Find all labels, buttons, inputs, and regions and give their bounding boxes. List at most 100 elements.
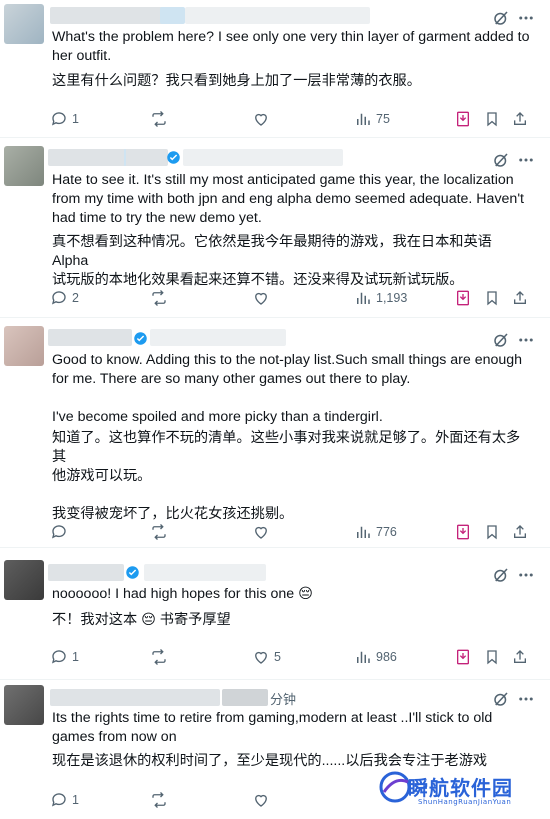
reply-button[interactable]	[50, 521, 72, 543]
reply-post[interactable]: Hate to see it. It's still my most antic…	[0, 138, 550, 318]
more-options-icon[interactable]	[516, 9, 536, 27]
reply-count: 1	[72, 112, 79, 126]
repost-button[interactable]	[150, 287, 172, 309]
views-button[interactable]: 986	[354, 646, 397, 668]
avatar[interactable]	[4, 146, 44, 186]
post-text-chinese: 真不想看到这种情况。它依然是我今年最期待的游戏，我在日本和英语 Alpha 试玩…	[52, 234, 492, 288]
verified-badge-icon	[126, 566, 139, 579]
repost-button[interactable]	[150, 108, 172, 130]
display-name-blurred[interactable]	[50, 689, 220, 706]
handle-blurred	[222, 689, 268, 706]
views-button[interactable]: 1,193	[354, 287, 407, 309]
avatar[interactable]	[4, 560, 44, 600]
avatar[interactable]	[4, 4, 44, 44]
reply-icon	[51, 793, 66, 807]
display-name-blurred[interactable]	[48, 329, 132, 346]
share-icon[interactable]	[512, 523, 528, 541]
more-options-icon[interactable]	[516, 331, 536, 349]
like-button[interactable]	[252, 108, 274, 130]
analytics-icon	[357, 113, 370, 125]
reply-button[interactable]: 2	[50, 287, 79, 309]
grok-icon[interactable]	[492, 9, 510, 27]
repost-icon	[152, 649, 166, 665]
like-button[interactable]	[252, 521, 274, 543]
avatar[interactable]	[4, 326, 44, 366]
more-options-icon[interactable]	[516, 566, 536, 584]
post-text-english: What's the problem here? I see only one …	[52, 29, 530, 64]
view-count: 776	[376, 525, 397, 539]
repost-button[interactable]	[150, 646, 172, 668]
repost-button[interactable]	[150, 521, 172, 543]
bookmark-icon[interactable]	[484, 289, 500, 307]
reply-count: 1	[72, 650, 79, 664]
bookmark-icon[interactable]	[484, 110, 500, 128]
display-name-blurred[interactable]	[48, 564, 124, 581]
post-text-chinese: 不！我对这本 😔 书寄予厚望	[52, 612, 231, 628]
like-button[interactable]	[252, 789, 274, 811]
analytics-icon	[357, 651, 370, 663]
handle-blurred	[183, 149, 343, 166]
share-icon[interactable]	[512, 110, 528, 128]
grok-share-icon[interactable]	[455, 289, 471, 307]
analytics-icon	[357, 292, 370, 304]
reply-button[interactable]: 1	[50, 789, 79, 811]
post-text-english: noooooo! I had high hopes for this one 😔	[52, 586, 313, 602]
watermark-subtitle: ShunHangRuanJianYuan	[418, 798, 512, 806]
heart-icon	[255, 113, 267, 126]
like-count: 5	[274, 650, 281, 664]
display-name-blurred	[124, 149, 126, 166]
like-button[interactable]: 5	[252, 646, 281, 668]
action-bar: 2 1,193	[0, 287, 550, 309]
grok-icon[interactable]	[492, 566, 510, 584]
heart-icon	[255, 526, 267, 539]
reply-post[interactable]: noooooo! I had high hopes for this one 😔…	[0, 548, 550, 680]
analytics-icon	[357, 526, 370, 538]
watermark-logo: 瞬航软件园 ShunHangRuanJianYuan	[378, 768, 538, 814]
repost-icon	[152, 290, 166, 306]
grok-share-icon[interactable]	[455, 110, 471, 128]
reply-button[interactable]: 1	[50, 108, 79, 130]
repost-icon	[152, 792, 166, 808]
heart-icon	[255, 794, 267, 807]
reply-post[interactable]: Good to know. Adding this to the not-pla…	[0, 318, 550, 548]
like-button[interactable]	[252, 287, 274, 309]
avatar[interactable]	[4, 685, 44, 725]
grok-share-icon[interactable]	[455, 523, 471, 541]
post-text-english: Good to know. Adding this to the not-pla…	[52, 352, 523, 425]
action-bar: 776	[0, 521, 550, 543]
display-name-blurred[interactable]	[48, 149, 168, 166]
grok-icon[interactable]	[492, 151, 510, 169]
handle-blurred	[150, 329, 286, 346]
heart-icon	[255, 292, 267, 305]
reply-icon	[51, 525, 66, 539]
repost-icon	[152, 111, 166, 127]
more-options-icon[interactable]	[516, 690, 536, 708]
reply-post[interactable]: What's the problem here? I see only one …	[0, 0, 550, 138]
reply-count: 1	[72, 793, 79, 807]
bookmark-icon[interactable]	[484, 648, 500, 666]
reply-icon	[51, 291, 66, 305]
view-count: 1,193	[376, 291, 408, 305]
grok-icon[interactable]	[492, 690, 510, 708]
share-icon[interactable]	[512, 648, 528, 666]
heart-icon	[255, 651, 267, 664]
bookmark-icon[interactable]	[484, 523, 500, 541]
handle-blurred	[144, 564, 266, 581]
grok-icon[interactable]	[492, 331, 510, 349]
view-count: 986	[376, 650, 397, 664]
views-button[interactable]: 75	[354, 108, 390, 130]
grok-share-icon[interactable]	[455, 648, 471, 666]
more-options-icon[interactable]	[516, 151, 536, 169]
post-text-chinese: 这里有什么问题？我只看到她身上加了一层非常薄的衣服。	[52, 73, 421, 89]
reply-button[interactable]: 1	[50, 646, 79, 668]
post-timestamp[interactable]: 分钟	[270, 689, 296, 708]
views-button[interactable]: 776	[354, 521, 397, 543]
post-text-english: Its the rights time to retire from gamin…	[52, 710, 493, 745]
action-bar: 1 75	[0, 108, 550, 130]
verified-badge-icon	[134, 332, 147, 345]
share-icon[interactable]	[512, 289, 528, 307]
post-text-english: Hate to see it. It's still my most antic…	[52, 172, 524, 226]
watermark-emblem-icon	[379, 771, 411, 803]
repost-button[interactable]	[150, 789, 172, 811]
view-count: 75	[376, 112, 390, 126]
